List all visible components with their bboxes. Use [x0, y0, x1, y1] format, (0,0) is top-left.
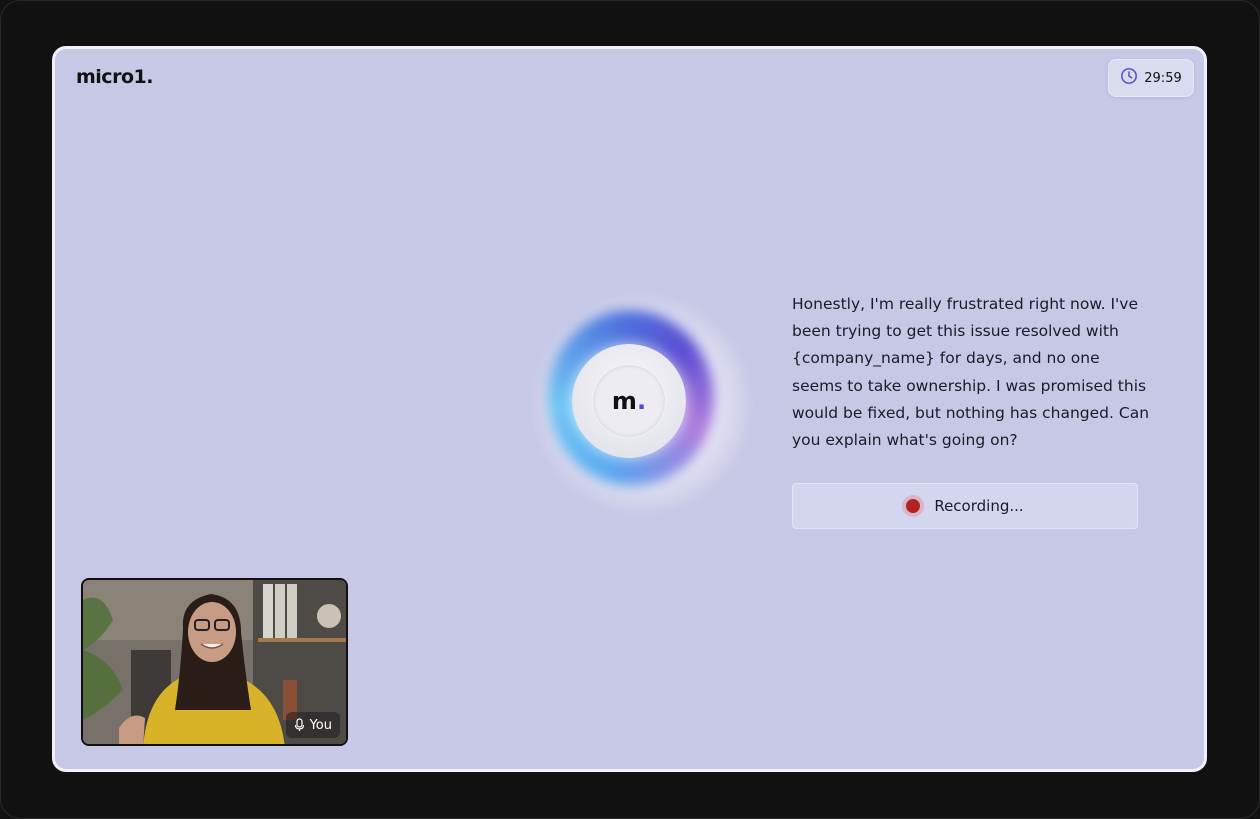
device-frame: micro1. 29:59 m. Honestly, I'm really fr… [0, 0, 1260, 819]
app-logo: micro1. [76, 66, 153, 88]
ai-interviewer-orb: m. [528, 290, 756, 518]
interview-screen: micro1. 29:59 m. Honestly, I'm really fr… [52, 46, 1207, 772]
you-label-badge: You [285, 712, 340, 738]
recording-button[interactable]: Recording... [792, 483, 1138, 529]
clock-icon [1120, 67, 1138, 89]
interviewer-message: Honestly, I'm really frustrated right no… [792, 295, 1150, 450]
countdown-timer: 29:59 [1108, 59, 1194, 97]
microphone-icon [294, 718, 304, 731]
recording-dot-icon [906, 499, 921, 513]
orb-avatar-letter: m [611, 387, 637, 415]
timer-value: 29:59 [1144, 70, 1182, 86]
you-label: You [309, 717, 332, 733]
self-camera-view: You [81, 578, 348, 746]
orb-core: m. [572, 344, 686, 458]
orb-avatar: m. [593, 365, 665, 437]
orb-avatar-dot: . [636, 387, 647, 415]
recording-label: Recording... [934, 497, 1024, 515]
